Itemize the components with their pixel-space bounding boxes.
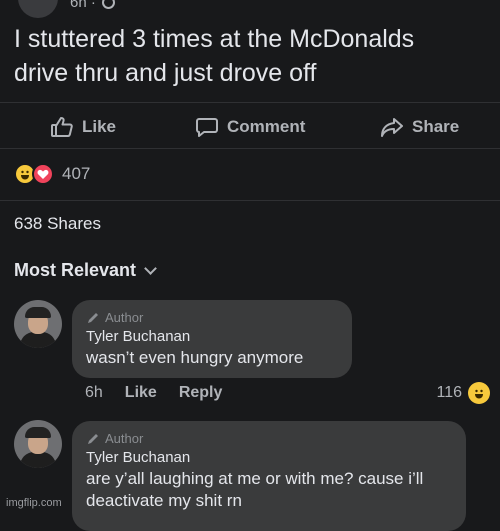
divider <box>0 148 500 149</box>
comment-reaction-count[interactable]: 116 <box>436 382 490 404</box>
author-badge: Author <box>86 310 338 325</box>
post-actions: Like Comment Share <box>0 112 500 142</box>
divider <box>0 200 500 201</box>
like-button[interactable]: Like <box>50 112 116 142</box>
author-badge: Author <box>86 431 452 446</box>
comment-button[interactable]: Comment <box>195 112 305 142</box>
comment-bubble: Author Tyler Buchanan are y’all laughing… <box>72 421 466 531</box>
shares-count[interactable]: 638 Shares <box>14 214 101 234</box>
commenter-name[interactable]: Tyler Buchanan <box>86 449 452 466</box>
comment-like-button[interactable]: Like <box>125 384 157 402</box>
pencil-icon <box>88 433 98 444</box>
haha-emoji-icon <box>468 382 490 404</box>
poster-avatar[interactable] <box>18 0 58 18</box>
love-emoji-icon <box>32 163 54 185</box>
commenter-name[interactable]: Tyler Buchanan <box>86 328 338 345</box>
comment-bubble: Author Tyler Buchanan wasn’t even hungry… <box>72 300 352 378</box>
chevron-down-icon <box>144 261 157 275</box>
share-arrow-icon <box>381 118 403 137</box>
comment-text: are y’all laughing at me or with me? cau… <box>86 469 424 510</box>
post-meta: 6h · <box>70 0 115 11</box>
comment-text: wasn’t even hungry anymore <box>86 348 304 367</box>
post-text: I stuttered 3 times at the McDonalds dri… <box>14 25 415 87</box>
globe-icon <box>101 0 115 9</box>
comment-label: Comment <box>227 117 306 136</box>
divider <box>0 102 500 103</box>
commenter-avatar[interactable] <box>14 300 62 348</box>
comment-reaction-number: 116 <box>436 384 462 401</box>
share-button[interactable]: Share <box>380 112 459 142</box>
thumbs-up-icon <box>51 117 73 137</box>
commenter-avatar[interactable] <box>14 420 62 468</box>
comment-sort-dropdown[interactable]: Most Relevant <box>14 260 157 281</box>
pencil-icon <box>88 312 98 323</box>
reactions-summary[interactable]: 407 <box>14 163 90 185</box>
share-label: Share <box>412 117 460 136</box>
imgflip-watermark: imgflip.com <box>6 497 62 509</box>
reaction-count: 407 <box>62 164 91 183</box>
like-label: Like <box>82 117 117 136</box>
comment-icon <box>196 118 218 137</box>
comment-time[interactable]: 6h <box>85 384 103 402</box>
sort-label: Most Relevant <box>14 260 137 280</box>
comment-meta: 6h Like Reply <box>85 384 222 402</box>
comment-reply-button[interactable]: Reply <box>179 384 223 402</box>
post-time[interactable]: 6h · <box>70 0 96 11</box>
